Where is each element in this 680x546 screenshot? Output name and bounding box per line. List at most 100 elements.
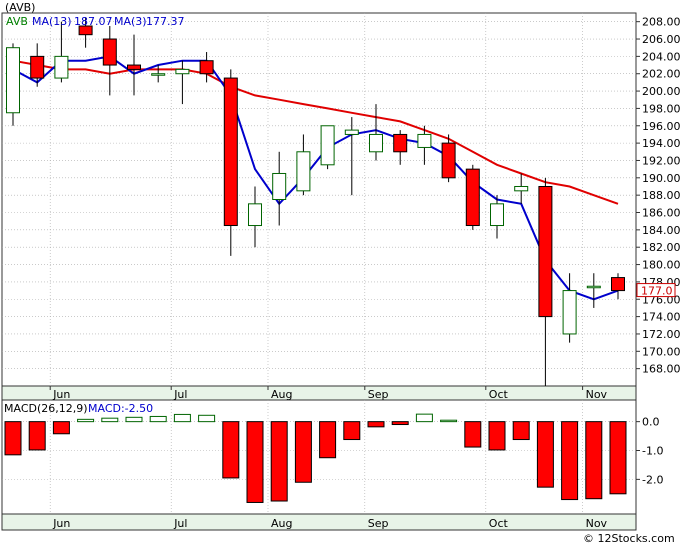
macd-bar (415, 413, 433, 423)
candle-body (127, 64, 141, 70)
price-tick-label: 172.000 (642, 328, 680, 341)
month-label-bottom: Jul (173, 517, 187, 530)
candle-body (538, 185, 553, 318)
macd-bar (246, 421, 264, 503)
macd-bar (270, 421, 288, 502)
macd-bar (101, 417, 119, 423)
macd-bar (609, 421, 627, 495)
price-legend: AVB MA(13) 187.07 MA(3) 177.37 (6, 15, 185, 28)
macd-value: MACD:-2.50 (88, 402, 153, 415)
macd-bar (198, 414, 216, 423)
candle-body (102, 38, 117, 66)
candle-body (611, 277, 625, 292)
candle-body (417, 133, 432, 148)
candle-body (6, 47, 20, 114)
macd-tick-label: -1.0 (642, 445, 663, 458)
month-label-bottom: Nov (586, 517, 608, 530)
legend-ma13-value: 187.07 (74, 15, 113, 28)
price-tick-label: 182.000 (642, 241, 680, 254)
legend-avb: AVB (6, 15, 28, 28)
macd-bar (488, 421, 506, 451)
month-label-bottom: Sep (368, 517, 389, 530)
macd-bar (173, 413, 191, 423)
macd-bar (367, 421, 385, 428)
macd-bar (222, 421, 240, 479)
price-tick-label: 206.000 (642, 33, 680, 46)
price-tick-label: 196.000 (642, 120, 680, 133)
price-tick-label: 192.000 (642, 154, 680, 167)
month-label-top: Jul (173, 388, 187, 401)
month-label-bottom: Jun (52, 517, 70, 530)
price-tick-label: 188.000 (642, 189, 680, 202)
candle-body (199, 60, 214, 75)
legend-ma3-label: MA(3) (114, 15, 147, 28)
candle-body (441, 142, 456, 179)
price-tick-label: 168.000 (642, 363, 680, 376)
stock-chart: 168.000170.000172.000174.000176.000178.0… (1, 1, 680, 545)
candle-body (562, 290, 577, 335)
macd-bar (391, 421, 409, 426)
macd-bar (28, 421, 46, 451)
candle-body (320, 125, 335, 166)
macd-bar (294, 421, 312, 483)
macd-bar (585, 421, 603, 500)
macd-bar (512, 421, 530, 441)
legend-ma13-label: MA(13) (32, 15, 72, 28)
candle-body (30, 55, 45, 79)
candle-body (272, 172, 287, 201)
month-strip-bottom (1, 513, 637, 531)
candle-body (54, 55, 69, 79)
candle-body (344, 129, 359, 135)
month-label-top: Jun (52, 388, 70, 401)
candle-body (490, 203, 504, 227)
macd-bar (440, 419, 458, 423)
macd-bar (319, 421, 337, 459)
candle-body (248, 203, 262, 227)
price-tick-label: 186.000 (642, 207, 680, 220)
last-price-tag: 177.0 (636, 283, 676, 298)
macd-bar (77, 418, 95, 423)
candle-body (393, 133, 408, 153)
macd-bar (4, 421, 22, 456)
last-price-value: 177.0 (641, 285, 673, 298)
macd-bar (343, 421, 361, 441)
macd-label: MACD(26,12,9) (4, 402, 88, 415)
legend-ma3-value: 177.37 (146, 15, 185, 28)
macd-bar (464, 421, 482, 448)
price-tick-label: 184.000 (642, 224, 680, 237)
month-label-top: Aug (271, 388, 292, 401)
candle-body (151, 73, 166, 76)
candle-body (586, 285, 601, 289)
month-label-bottom: Aug (271, 517, 292, 530)
copyright: © 12Stocks.com (583, 532, 675, 545)
candle-body (369, 133, 383, 153)
price-tick-label: 194.000 (642, 137, 680, 150)
month-label-bottom: Oct (489, 517, 509, 530)
price-tick-label: 180.000 (642, 259, 680, 272)
month-label-top: Sep (368, 388, 389, 401)
price-tick-label: 190.000 (642, 172, 680, 185)
price-tick-label: 208.000 (642, 16, 680, 29)
candle-body (465, 168, 480, 227)
macd-tick-label: 0.0 (642, 416, 660, 429)
macd-legend: MACD(26,12,9) MACD:-2.50 (4, 402, 153, 415)
macd-bar (52, 421, 70, 435)
price-tick-label: 170.000 (642, 345, 680, 358)
macd-bar (125, 416, 143, 423)
chart-title: (AVB) (5, 1, 35, 14)
price-tick-label: 204.000 (642, 50, 680, 63)
month-label-top: Nov (586, 388, 608, 401)
month-strip-top (1, 385, 637, 401)
macd-bar (561, 421, 579, 501)
candle-body (175, 68, 190, 75)
macd-bar (149, 415, 167, 423)
price-tick-label: 202.000 (642, 68, 680, 81)
price-tick-label: 200.000 (642, 85, 680, 98)
month-label-top: Oct (489, 388, 509, 401)
candle-body (514, 185, 529, 192)
macd-tick-label: -2.0 (642, 473, 663, 486)
candle-body (223, 77, 238, 227)
price-tick-label: 174.000 (642, 311, 680, 324)
price-tick-label: 198.000 (642, 102, 680, 115)
macd-bar (536, 421, 554, 488)
